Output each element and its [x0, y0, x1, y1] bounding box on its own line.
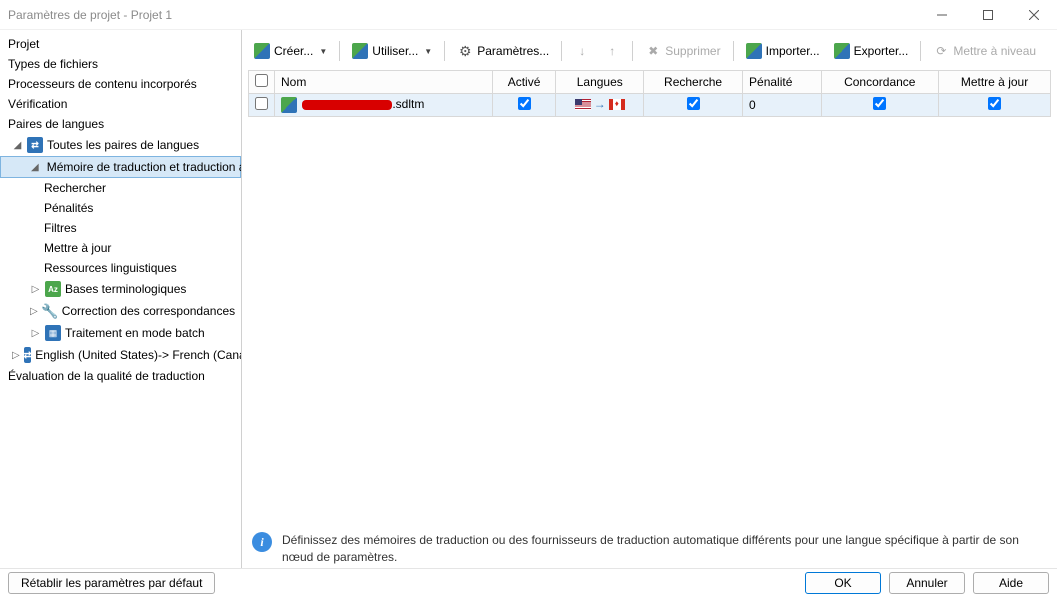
nav-memoire-traduction[interactable]: ◢ Mémoire de traduction et traduction a — [0, 156, 241, 178]
batch-icon: ▦ — [45, 325, 61, 341]
nav-penalites[interactable]: Pénalités — [0, 198, 241, 218]
move-down-button[interactable]: ↓ — [568, 40, 596, 62]
separator — [561, 41, 562, 61]
upgrade-button[interactable]: ⟳ Mettre à niveau — [927, 40, 1042, 62]
info-text: Définissez des mémoires de traduction ou… — [282, 532, 1047, 566]
nav-correction[interactable]: ▷ 🔧 Correction des correspondances — [0, 300, 241, 322]
import-icon — [746, 43, 762, 59]
reset-defaults-button[interactable]: Rétablir les paramètres par défaut — [8, 572, 215, 594]
header-active[interactable]: Activé — [492, 71, 556, 94]
toolbar: Créer...▼ Utiliser...▼ ⚙ Paramètres... ↓… — [242, 30, 1057, 70]
nav-processeurs[interactable]: Processeurs de contenu incorporés — [0, 74, 241, 94]
row-select-checkbox[interactable] — [255, 97, 268, 110]
nav-projet[interactable]: Projet — [0, 34, 241, 54]
nav-ressources-ling[interactable]: Ressources linguistiques — [0, 258, 241, 278]
header-maj[interactable]: Mettre à jour — [939, 71, 1051, 94]
select-all-checkbox[interactable] — [255, 74, 268, 87]
expander-icon[interactable]: ▷ — [30, 328, 41, 339]
separator — [920, 41, 921, 61]
separator — [632, 41, 633, 61]
tm-file-icon — [281, 97, 297, 113]
language-icon: ⇄ — [24, 347, 32, 363]
window-title: Paramètres de projet - Projet 1 — [8, 8, 919, 22]
nav-batch[interactable]: ▷ ▦ Traitement en mode batch — [0, 322, 241, 344]
cell-nom[interactable]: .sdltm — [275, 94, 493, 117]
tm-grid: Nom Activé Langues Recherche Pénalité Co… — [248, 70, 1051, 117]
nav-bases-term[interactable]: ▷ Az Bases terminologiques — [0, 278, 241, 300]
nav-tree: Projet Types de fichiers Processeurs de … — [0, 30, 242, 568]
use-button[interactable]: Utiliser...▼ — [346, 40, 438, 62]
export-button[interactable]: Exporter... — [828, 40, 915, 62]
arrow-up-icon: ↑ — [604, 43, 620, 59]
close-button[interactable] — [1011, 0, 1057, 30]
cancel-button[interactable]: Annuler — [889, 572, 965, 594]
cell-langues: → ♦ — [556, 94, 644, 117]
delete-button[interactable]: ✖ Supprimer — [639, 40, 726, 62]
flag-us-icon — [575, 99, 591, 110]
minimize-button[interactable] — [919, 0, 965, 30]
dialog-footer: Rétablir les paramètres par défaut OK An… — [0, 568, 1057, 596]
dropdown-icon: ▼ — [424, 47, 432, 56]
title-bar: Paramètres de projet - Projet 1 — [0, 0, 1057, 30]
create-button[interactable]: Créer...▼ — [248, 40, 333, 62]
header-nom[interactable]: Nom — [275, 71, 493, 94]
separator — [339, 41, 340, 61]
nav-types-fichiers[interactable]: Types de fichiers — [0, 54, 241, 74]
arrow-down-icon: ↓ — [574, 43, 590, 59]
tm-icon — [254, 43, 270, 59]
language-icon: ⇄ — [27, 137, 43, 153]
expander-icon[interactable]: ▷ — [12, 350, 20, 361]
header-concordance[interactable]: Concordance — [821, 71, 939, 94]
settings-button[interactable]: ⚙ Paramètres... — [451, 40, 555, 62]
dropdown-icon: ▼ — [319, 47, 327, 56]
flag-ca-icon: ♦ — [609, 99, 625, 110]
nav-toutes-paires[interactable]: ◢ ⇄ Toutes les paires de langues — [0, 134, 241, 156]
upgrade-icon: ⟳ — [933, 43, 949, 59]
expander-icon[interactable]: ▷ — [30, 306, 38, 317]
expander-icon[interactable]: ◢ — [12, 140, 23, 151]
nav-filtres[interactable]: Filtres — [0, 218, 241, 238]
ok-button[interactable]: OK — [805, 572, 881, 594]
info-icon: i — [252, 532, 272, 552]
delete-icon: ✖ — [645, 43, 661, 59]
nav-mettre-a-jour[interactable]: Mettre à jour — [0, 238, 241, 258]
cell-penalite[interactable]: 0 — [743, 94, 822, 117]
maj-checkbox[interactable] — [988, 97, 1001, 110]
redacted-name — [302, 100, 392, 110]
move-up-button[interactable]: ↑ — [598, 40, 626, 62]
header-recherche[interactable]: Recherche — [644, 71, 743, 94]
nav-eval-qualite[interactable]: Évaluation de la qualité de traduction — [0, 366, 241, 386]
header-langues[interactable]: Langues — [556, 71, 644, 94]
active-checkbox[interactable] — [518, 97, 531, 110]
maximize-button[interactable] — [965, 0, 1011, 30]
info-panel: i Définissez des mémoires de traduction … — [242, 520, 1057, 568]
gear-icon: ⚙ — [457, 43, 473, 59]
recherche-checkbox[interactable] — [687, 97, 700, 110]
wrench-icon: 🔧 — [42, 303, 58, 319]
import-button[interactable]: Importer... — [740, 40, 826, 62]
nav-paires-langues[interactable]: Paires de langues — [0, 114, 241, 134]
help-button[interactable]: Aide — [973, 572, 1049, 594]
nav-rechercher[interactable]: Rechercher — [0, 178, 241, 198]
nav-lang-pair[interactable]: ▷ ⇄ English (United States)-> French (Ca… — [0, 344, 241, 366]
expander-icon[interactable]: ▷ — [30, 284, 41, 295]
tm-icon — [352, 43, 368, 59]
export-icon — [834, 43, 850, 59]
concordance-checkbox[interactable] — [873, 97, 886, 110]
header-checkbox-col — [249, 71, 275, 94]
separator — [733, 41, 734, 61]
nav-verification[interactable]: Vérification — [0, 94, 241, 114]
table-row[interactable]: .sdltm → ♦ 0 — [249, 94, 1051, 117]
arrow-right-icon: → — [594, 97, 606, 111]
separator — [444, 41, 445, 61]
expander-icon[interactable]: ◢ — [31, 162, 39, 173]
header-penalite[interactable]: Pénalité — [743, 71, 822, 94]
terminology-icon: Az — [45, 281, 61, 297]
